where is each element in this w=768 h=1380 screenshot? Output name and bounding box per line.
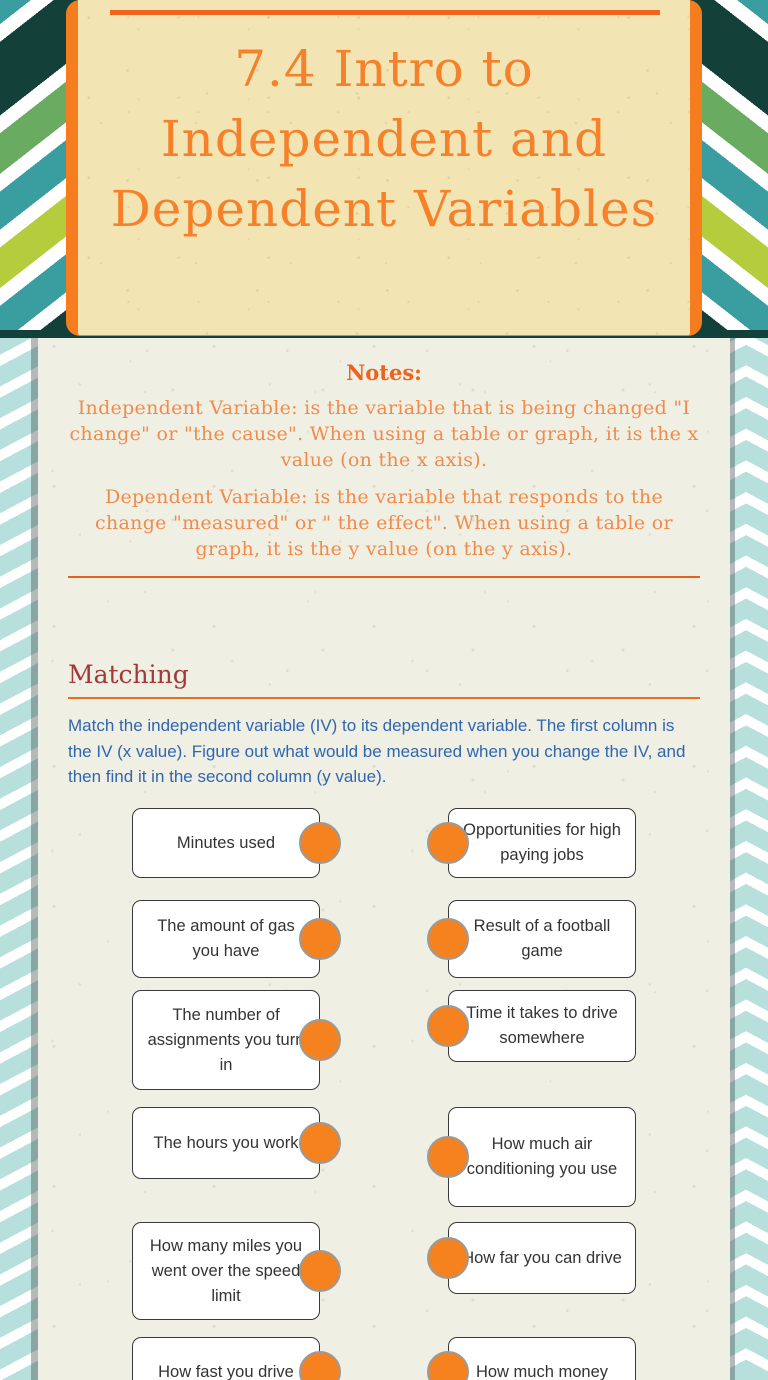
header-top-rule (110, 10, 660, 15)
notes-section: Notes: Independent Variable: is the vari… (68, 360, 700, 578)
match-card-independent[interactable]: Minutes used (132, 808, 320, 878)
worksheet-page: 7.4 Intro to Independent and Dependent V… (0, 0, 768, 1380)
matching-card-area: Minutes used Opportunities for high payin… (38, 800, 730, 1380)
connector-dot-independent[interactable] (299, 822, 341, 864)
matching-row: The hours you work How much air condition… (38, 1107, 730, 1207)
matching-row: Minutes used Opportunities for high payin… (38, 808, 730, 878)
connector-dot-dependent[interactable] (427, 822, 469, 864)
connector-dot-dependent[interactable] (427, 1005, 469, 1047)
notes-divider (68, 576, 700, 578)
diagonal-stripes-pattern (698, 0, 768, 340)
header-card: 7.4 Intro to Independent and Dependent V… (78, 0, 690, 335)
matching-row: How fast you drive How much money (38, 1337, 730, 1380)
match-card-dependent[interactable]: How far you can drive (448, 1222, 636, 1294)
notes-heading: Notes: (346, 360, 422, 385)
match-card-dependent[interactable]: Time it takes to drive somewhere (448, 990, 636, 1062)
match-card-independent[interactable]: The number of assignments you turn in (132, 990, 320, 1090)
matching-heading-rule (68, 697, 700, 699)
matching-row: How many miles you went over the speed l… (38, 1222, 730, 1320)
matching-section: Matching Match the independent variable … (68, 660, 700, 790)
notes-paragraph-independent: Independent Variable: is the variable th… (69, 397, 699, 471)
match-card-dependent[interactable]: Result of a football game (448, 900, 636, 978)
decorative-border-right-top (698, 0, 768, 340)
match-card-dependent[interactable]: How much money (448, 1337, 636, 1380)
decorative-border-left-top (0, 0, 70, 340)
matching-heading: Matching (68, 660, 189, 689)
connector-dot-dependent[interactable] (427, 918, 469, 960)
notes-paragraph-dependent: Dependent Variable: is the variable that… (95, 486, 673, 560)
match-card-independent[interactable]: How fast you drive (132, 1337, 320, 1380)
connector-dot-independent[interactable] (299, 1122, 341, 1164)
matching-instructions: Match the independent variable (IV) to i… (68, 716, 686, 786)
diagonal-stripes-pattern (0, 0, 70, 340)
matching-row: The number of assignments you turn in Tim… (38, 990, 730, 1090)
connector-dot-dependent[interactable] (427, 1237, 469, 1279)
match-card-independent[interactable]: The hours you work (132, 1107, 320, 1179)
connector-dot-dependent[interactable] (427, 1136, 469, 1178)
connector-dot-independent[interactable] (299, 1019, 341, 1061)
match-card-independent[interactable]: How many miles you went over the speed l… (132, 1222, 320, 1320)
connector-dot-independent[interactable] (299, 918, 341, 960)
match-card-dependent[interactable]: Opportunities for high paying jobs (448, 808, 636, 878)
matching-row: The amount of gas you have Result of a fo… (38, 900, 730, 978)
page-title: 7.4 Intro to Independent and Dependent V… (110, 40, 658, 238)
connector-dot-independent[interactable] (299, 1351, 341, 1380)
match-card-independent[interactable]: The amount of gas you have (132, 900, 320, 978)
match-card-dependent[interactable]: How much air conditioning you use (448, 1107, 636, 1207)
connector-dot-independent[interactable] (299, 1250, 341, 1292)
